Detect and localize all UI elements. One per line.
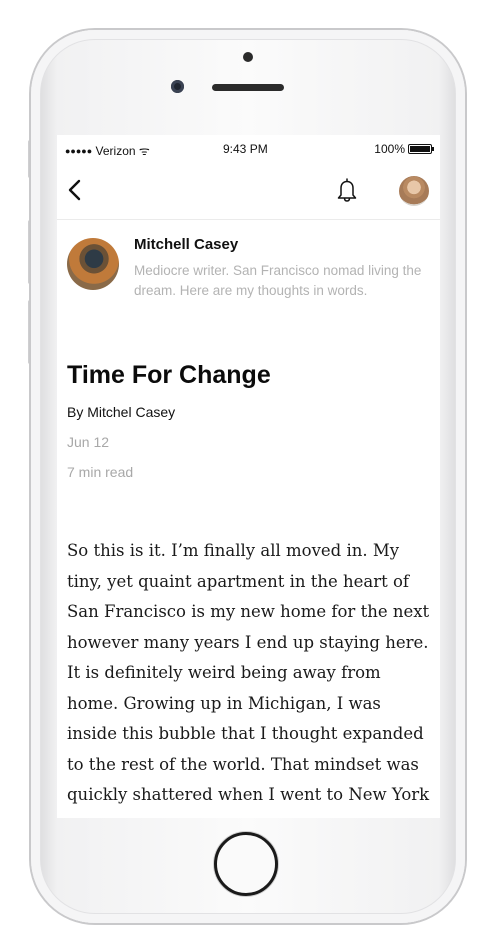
article-byline: By Mitchel Casey bbox=[67, 404, 176, 420]
top-nav-bar bbox=[57, 161, 440, 220]
proximity-sensor bbox=[243, 52, 253, 62]
author-avatar[interactable] bbox=[67, 238, 119, 290]
article-body: So this is it. I’m finally all moved in.… bbox=[67, 541, 430, 818]
signal-strength-icon: ●●●●● bbox=[65, 146, 93, 156]
read-time: 7 min read bbox=[67, 464, 134, 480]
battery-icon bbox=[408, 144, 434, 154]
article-date: Jun 12 bbox=[67, 434, 110, 450]
app-screen: ●●●●● Verizon ᯤ 9:43 PM 100% Mitchell Ca… bbox=[57, 135, 440, 818]
article-title: Time For Change bbox=[67, 361, 271, 389]
battery-percent: 100% bbox=[374, 142, 405, 156]
carrier-label: Verizon bbox=[95, 144, 136, 158]
author-name[interactable]: Mitchell Casey bbox=[134, 236, 238, 253]
home-button[interactable] bbox=[214, 832, 278, 896]
carrier-info: ●●●●● Verizon ᯤ bbox=[65, 142, 150, 159]
back-chevron-icon[interactable] bbox=[65, 179, 85, 201]
earpiece-speaker bbox=[212, 84, 284, 91]
profile-avatar[interactable] bbox=[399, 176, 429, 206]
battery-info: 100% bbox=[374, 142, 434, 156]
status-bar: ●●●●● Verizon ᯤ 9:43 PM 100% bbox=[57, 135, 440, 161]
bell-icon[interactable] bbox=[335, 177, 359, 203]
front-camera bbox=[171, 80, 184, 93]
author-bio: Mediocre writer. San Francisco nomad liv… bbox=[134, 263, 422, 298]
clock: 9:43 PM bbox=[223, 142, 268, 156]
wifi-icon: ᯤ bbox=[138, 144, 150, 158]
